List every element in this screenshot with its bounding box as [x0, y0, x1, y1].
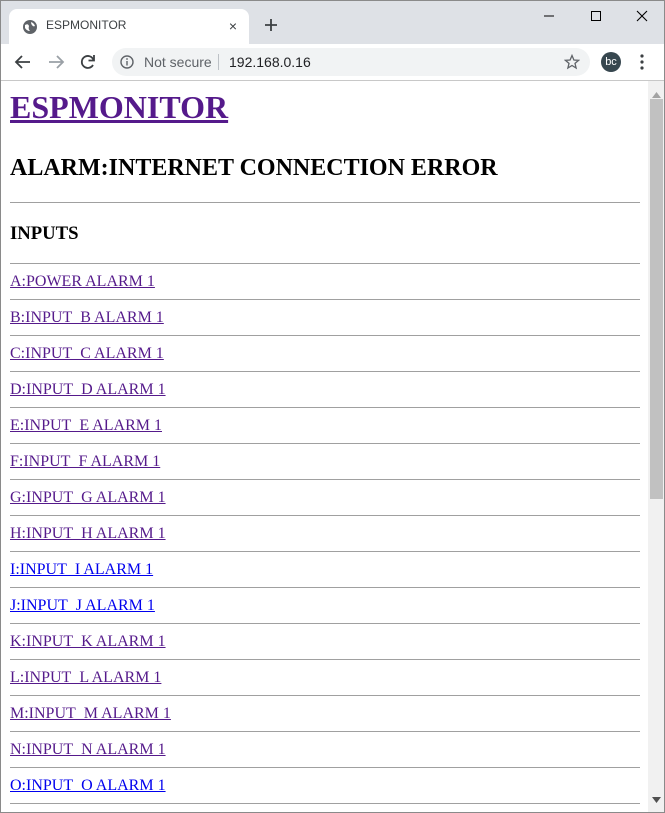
input-list-item: E:INPUT_E ALARM 1	[10, 407, 640, 443]
omnibox-divider	[218, 54, 219, 70]
scroll-thumb[interactable]	[650, 99, 663, 499]
input-list-item: I:INPUT_I ALARM 1	[10, 551, 640, 587]
input-alarm-link[interactable]: A:POWER ALARM 1	[10, 272, 155, 291]
input-list-item: N:INPUT_N ALARM 1	[10, 731, 640, 767]
maximize-icon[interactable]	[573, 1, 619, 31]
divider	[10, 202, 640, 203]
close-window-icon[interactable]	[619, 1, 664, 31]
site-title-link[interactable]: ESPMONITOR	[10, 89, 228, 126]
input-list-item: G:INPUT_G ALARM 1	[10, 479, 640, 515]
input-alarm-link[interactable]: F:INPUT_F ALARM 1	[10, 452, 160, 471]
input-list-item: K:INPUT_K ALARM 1	[10, 623, 640, 659]
input-alarm-link[interactable]: B:INPUT_B ALARM 1	[10, 308, 164, 327]
reload-icon[interactable]	[78, 52, 98, 72]
back-arrow-icon[interactable]	[13, 52, 33, 72]
input-list-item: C:INPUT_C ALARM 1	[10, 335, 640, 371]
security-label: Not secure	[144, 54, 212, 70]
address-bar[interactable]: Not secure 192.168.0.16	[112, 48, 590, 76]
globe-icon	[22, 19, 38, 35]
input-list-item: O:INPUT_O ALARM 1	[10, 767, 640, 803]
input-list-item: P:INPUT_P ALARM 1	[10, 803, 640, 812]
input-list-item: H:INPUT_H ALARM 1	[10, 515, 640, 551]
inputs-heading: INPUTS	[10, 223, 79, 244]
input-alarm-link[interactable]: H:INPUT_H ALARM 1	[10, 524, 166, 543]
input-list-item: A:POWER ALARM 1	[10, 263, 640, 299]
input-alarm-link[interactable]: E:INPUT_E ALARM 1	[10, 416, 162, 435]
input-alarm-link[interactable]: G:INPUT_G ALARM 1	[10, 488, 166, 507]
input-list-item: J:INPUT_J ALARM 1	[10, 587, 640, 623]
forward-arrow-icon[interactable]	[46, 52, 66, 72]
bookmark-star-icon[interactable]	[563, 53, 581, 70]
info-icon[interactable]	[120, 55, 134, 69]
input-alarm-link[interactable]: L:INPUT_L ALARM 1	[10, 668, 161, 687]
input-alarm-link[interactable]: I:INPUT_I ALARM 1	[10, 560, 153, 579]
new-tab-icon[interactable]	[261, 15, 281, 35]
minimize-icon[interactable]	[526, 1, 572, 31]
inputs-list: A:POWER ALARM 1 B:INPUT_B ALARM 1 C:INPUT_…	[10, 263, 640, 812]
profile-avatar[interactable]: bc	[601, 52, 621, 72]
alarm-heading: ALARM:INTERNET CONNECTION ERROR	[10, 155, 498, 181]
input-alarm-link[interactable]: O:INPUT_O ALARM 1	[10, 776, 166, 795]
input-alarm-link[interactable]: D:INPUT_D ALARM 1	[10, 380, 166, 399]
input-list-item: L:INPUT_L ALARM 1	[10, 659, 640, 695]
browser-toolbar: Not secure 192.168.0.16 bc	[1, 44, 664, 81]
input-list-item: F:INPUT_F ALARM 1	[10, 443, 640, 479]
close-tab-icon[interactable]: ×	[225, 18, 241, 34]
input-alarm-link[interactable]: M:INPUT_M ALARM 1	[10, 704, 171, 723]
tab-strip: ESPMONITOR ×	[1, 1, 664, 44]
tab-title: ESPMONITOR	[46, 18, 127, 32]
scroll-down-arrow-icon[interactable]	[652, 790, 661, 808]
page-content: ESPMONITOR ALARM:INTERNET CONNECTION ERR…	[2, 81, 648, 812]
input-alarm-link[interactable]: C:INPUT_C ALARM 1	[10, 344, 164, 363]
input-alarm-link[interactable]: N:INPUT_N ALARM 1	[10, 740, 166, 759]
input-alarm-link[interactable]: K:INPUT_K ALARM 1	[10, 632, 166, 651]
input-list-item: M:INPUT_M ALARM 1	[10, 695, 640, 731]
url-text[interactable]: 192.168.0.16	[229, 54, 311, 70]
input-alarm-link[interactable]: J:INPUT_J ALARM 1	[10, 596, 155, 615]
input-list-item: B:INPUT_B ALARM 1	[10, 299, 640, 335]
input-list-item: D:INPUT_D ALARM 1	[10, 371, 640, 407]
tab-espmonitor[interactable]: ESPMONITOR ×	[9, 9, 249, 44]
browser-window: ESPMONITOR × Not secure 192.168.0.16 bc …	[0, 0, 665, 813]
vertical-scrollbar[interactable]	[648, 81, 664, 812]
more-menu-icon[interactable]	[637, 53, 647, 71]
